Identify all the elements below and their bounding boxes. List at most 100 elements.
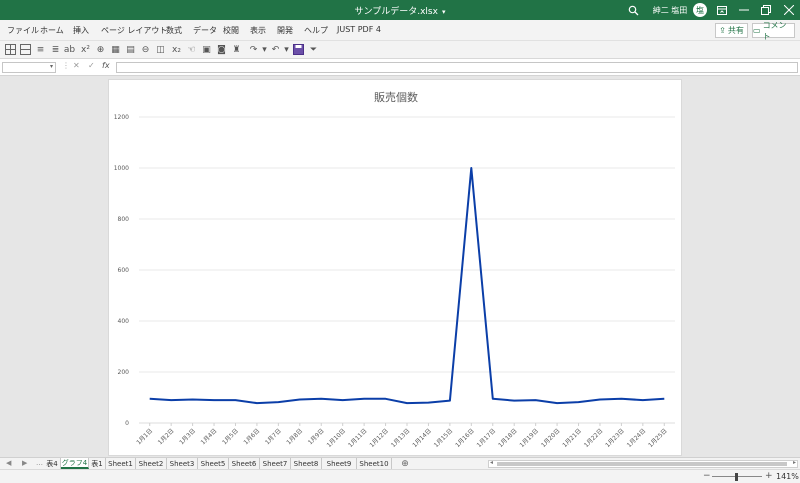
paint-icon[interactable]: ♜ — [230, 43, 243, 56]
avatar[interactable]: 塩 — [690, 0, 710, 20]
user-name[interactable]: 紳二 塩田 — [652, 0, 688, 20]
x-tick-label: 1月21日 — [561, 427, 583, 449]
sheet-tab[interactable]: 表4 — [44, 458, 61, 469]
zoom-level[interactable]: 141% — [776, 472, 799, 481]
horizontal-scrollbar[interactable]: ◂ ▸ — [488, 459, 798, 468]
y-tick-label: 800 — [118, 216, 130, 223]
formula-input[interactable] — [116, 62, 798, 73]
x-tick-label: 1月11日 — [347, 427, 369, 449]
customize-toolbar-icon[interactable]: ⏷ — [307, 43, 320, 56]
restore-icon[interactable] — [755, 0, 777, 20]
formula-bar-divider-icon: ⋮ — [62, 61, 70, 70]
cancel-icon[interactable]: ✕ — [73, 61, 80, 70]
sheet-tab-bar: ◀ ▶ … 表4 グラフ4 表1 Sheet1 Sheet2 Sheet3 Sheet5 Sh… — [0, 457, 800, 469]
tab-more-icon[interactable]: … — [36, 459, 43, 467]
x-tick-label: 1月23日 — [604, 427, 626, 449]
superscript-icon[interactable]: x² — [79, 43, 92, 56]
hand-icon[interactable]: ☜ — [185, 43, 198, 56]
x-tick-label: 1月8日 — [285, 427, 304, 446]
sheet-tab[interactable]: Sheet6 — [229, 458, 260, 469]
x-tick-label: 1月18日 — [497, 427, 519, 449]
sheet-tab[interactable]: Sheet9 — [322, 458, 357, 469]
x-tick-label: 1月4日 — [200, 427, 219, 446]
add-sheet-icon[interactable]: ⊕ — [400, 458, 410, 469]
x-tick-label: 1月7日 — [264, 427, 283, 446]
sheet-tab[interactable]: Sheet1 — [106, 458, 136, 469]
zoom-out-button[interactable]: − — [703, 471, 711, 481]
chart-area[interactable]: 販売個数 0 200 400 600 800 1000 1200 1月1日 1月2日 1月3日 1… — [108, 79, 682, 456]
menu-developer[interactable]: 開発 — [277, 25, 293, 36]
x-tick-label: 1月24日 — [626, 427, 648, 449]
sheet-tab[interactable]: 表1 — [89, 458, 106, 469]
ribbon-display-options-icon[interactable] — [712, 0, 732, 20]
zoom-out-icon[interactable]: ⊖ — [139, 43, 152, 56]
menu-just-pdf[interactable]: JUST PDF 4 — [337, 25, 381, 34]
y-tick-label: 600 — [118, 267, 130, 274]
chart-title[interactable]: 販売個数 — [374, 91, 418, 104]
avatar-initial: 塩 — [693, 3, 707, 17]
sheet-tab[interactable]: グラフ4 — [61, 458, 89, 469]
sheet-tab[interactable]: Sheet3 — [167, 458, 198, 469]
sheet-tab[interactable]: Sheet2 — [136, 458, 167, 469]
x-tick-label: 1月2日 — [157, 427, 176, 446]
title-bar: サンプルデータ.xlsx ▾ 紳二 塩田 塩 — [0, 0, 800, 20]
grid-icon[interactable] — [4, 43, 17, 56]
x-tick-label: 1月1日 — [135, 427, 154, 446]
enter-icon[interactable]: ✓ — [88, 61, 95, 70]
y-tick-label: 200 — [118, 369, 130, 376]
scrollbar-thumb[interactable] — [497, 462, 787, 466]
tab-scroll-right-icon[interactable]: ▶ — [22, 459, 27, 467]
comment-label: コメント — [762, 20, 787, 41]
chevron-down-icon[interactable]: ▾ — [442, 8, 446, 16]
line-chart[interactable]: 販売個数 020040060080010001200 1月1日 1月2日 1月3日 1… — [109, 80, 683, 457]
quick-toolbar: ≡ ≣ ab x² ⊕ ▦ ▤ ⊖ ◫ x₂ ☜ ▣ ◙ ♜ ↷ ▾ ↶ ▾ ⏷ — [0, 41, 800, 59]
insert-function-icon[interactable]: fx — [102, 61, 110, 70]
menu-insert[interactable]: 挿入 — [73, 25, 89, 36]
align-justify-icon[interactable]: ≣ — [49, 43, 62, 56]
menu-formulas[interactable]: 数式 — [166, 25, 182, 36]
y-tick-label: 1000 — [114, 165, 129, 172]
x-tick-label: 1月14日 — [411, 427, 433, 449]
format-icon[interactable]: ▣ — [200, 43, 213, 56]
sheet-tab[interactable]: Sheet10 — [357, 458, 392, 469]
zoom-in-icon[interactable]: ⊕ — [94, 43, 107, 56]
minimize-icon[interactable] — [733, 0, 755, 20]
phonetic-icon[interactable]: ab — [63, 43, 76, 56]
menu-home[interactable]: ホーム — [40, 25, 64, 36]
table-icon[interactable]: ▦ — [109, 43, 122, 56]
series-line[interactable] — [149, 167, 665, 405]
menu-bar: ファイル ホーム 挿入 ページ レイアウト 数式 データ 校閲 表示 開発 ヘル… — [0, 20, 800, 41]
zoom-in-button[interactable]: + — [765, 471, 773, 481]
subscript-icon[interactable]: x₂ — [170, 43, 183, 56]
share-label: 共有 — [727, 26, 744, 35]
scroll-left-icon[interactable]: ◂ — [490, 459, 493, 466]
scroll-right-icon[interactable]: ▸ — [793, 459, 796, 466]
x-tick-label: 1月15日 — [433, 427, 455, 449]
camera-icon[interactable]: ◙ — [215, 43, 228, 56]
share-button[interactable]: ⇪ 共有 — [715, 23, 748, 38]
menu-help[interactable]: ヘルプ — [304, 25, 328, 36]
search-icon[interactable] — [624, 0, 642, 20]
zoom-slider-thumb[interactable] — [735, 473, 738, 481]
border-icon[interactable] — [19, 43, 32, 56]
comment-button[interactable]: ▭ コメント — [752, 21, 795, 41]
menu-page-layout[interactable]: ページ レイアウト — [101, 25, 167, 36]
save-icon[interactable] — [292, 43, 305, 56]
x-tick-label: 1月9日 — [307, 427, 326, 446]
share-icon: ⇪ — [719, 26, 726, 35]
menu-data[interactable]: データ — [193, 25, 217, 36]
menu-view[interactable]: 表示 — [250, 25, 266, 36]
close-icon[interactable] — [777, 0, 800, 20]
align-center-icon[interactable]: ≡ — [34, 43, 47, 56]
x-tick-label: 1月12日 — [368, 427, 390, 449]
menu-review[interactable]: 校閲 — [223, 25, 239, 36]
pdf-icon[interactable]: ▤ — [124, 43, 137, 56]
tab-scroll-left-icon[interactable]: ◀ — [6, 459, 11, 467]
name-box[interactable]: ▾ — [2, 62, 56, 73]
sheet-tab[interactable]: Sheet7 — [260, 458, 291, 469]
name-box-dropdown-icon[interactable]: ▾ — [50, 63, 53, 70]
sheet-tab[interactable]: Sheet8 — [291, 458, 322, 469]
strikethrough-icon[interactable]: ◫ — [154, 43, 167, 56]
sheet-tab[interactable]: Sheet5 — [198, 458, 229, 469]
menu-file[interactable]: ファイル — [7, 25, 39, 36]
